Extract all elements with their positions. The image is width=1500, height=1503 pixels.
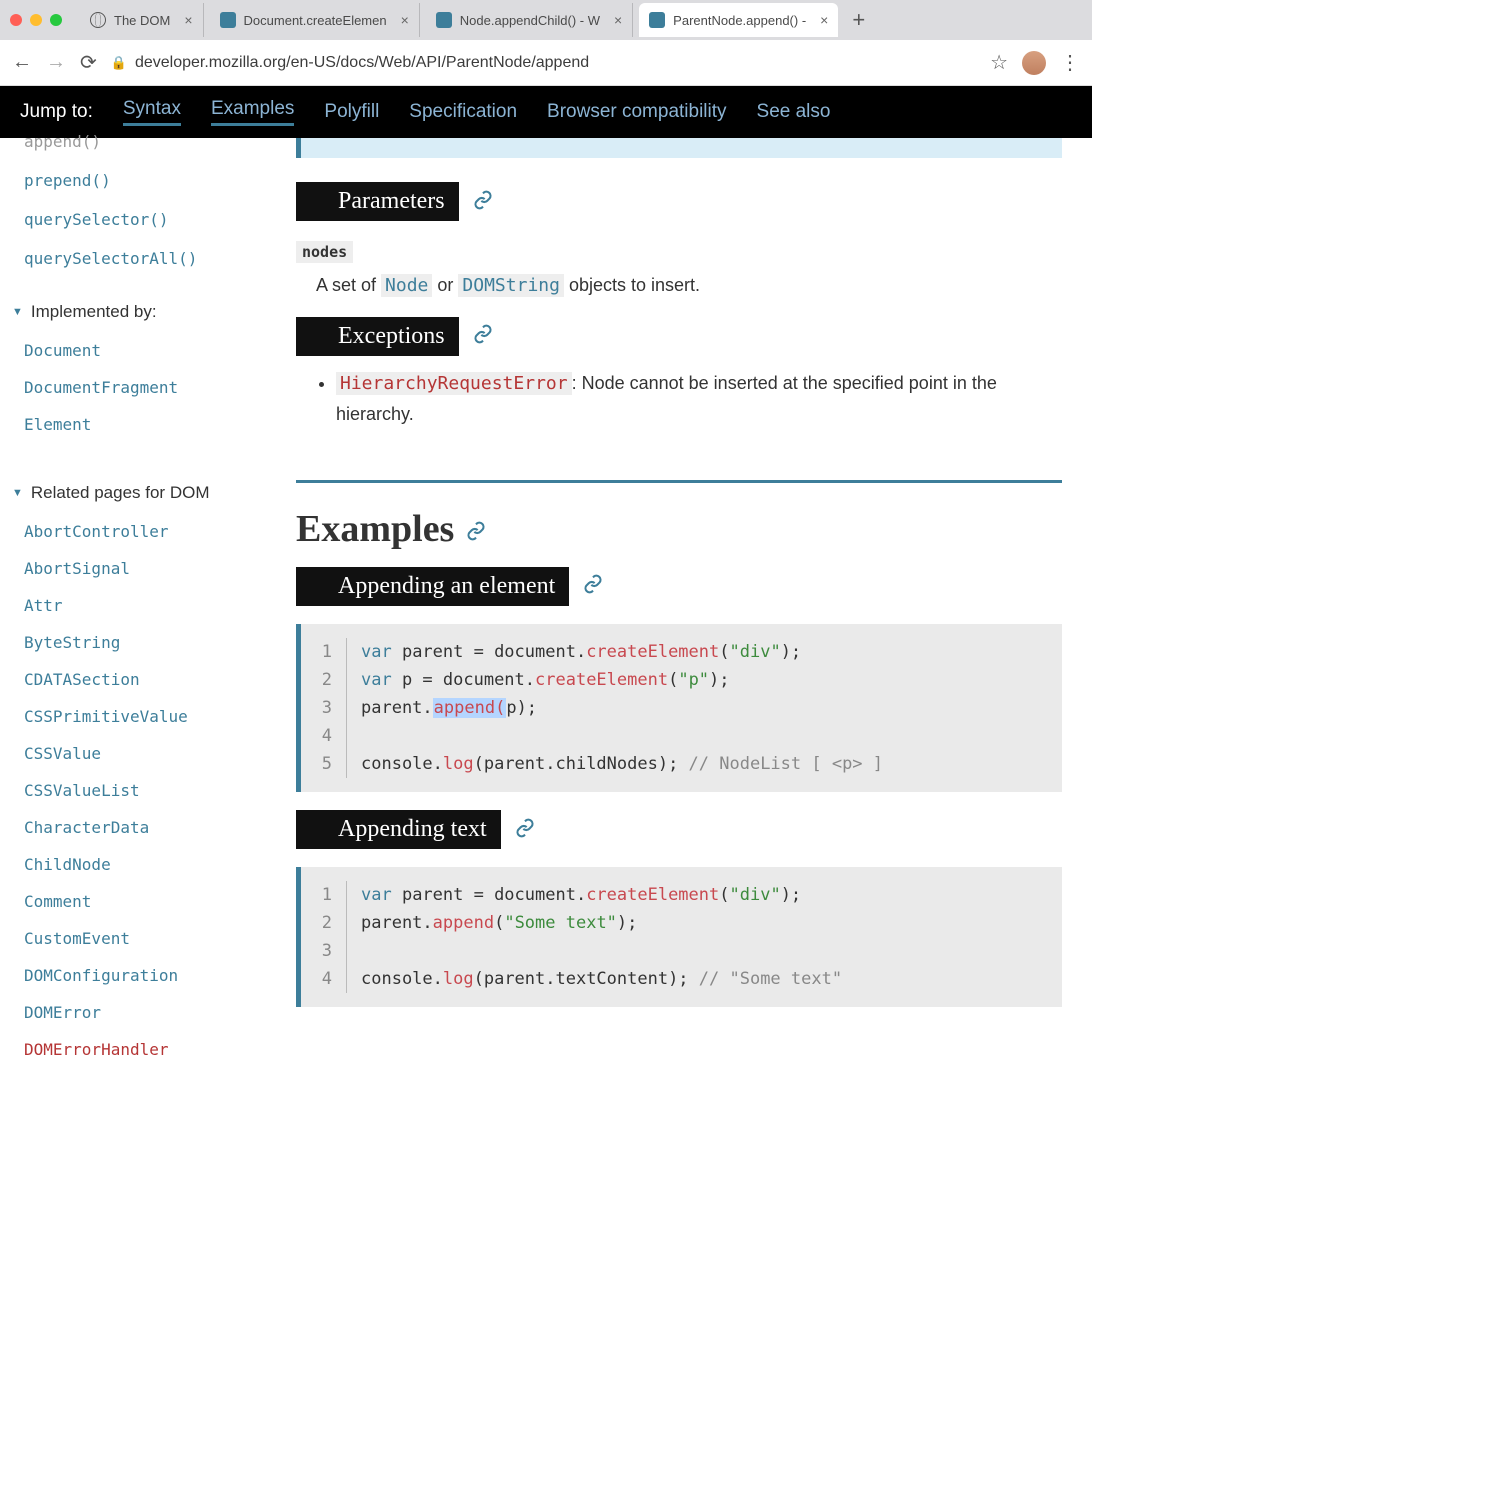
anchor-link-icon[interactable] (515, 818, 535, 842)
sidebar-link-documentfragment[interactable]: DocumentFragment (24, 369, 276, 406)
sidebar-link-cssvaluelist[interactable]: CSSValueList (24, 772, 276, 809)
sidebar-link-childnode[interactable]: ChildNode (24, 846, 276, 883)
sidebar-method-prepend[interactable]: prepend() (24, 161, 276, 200)
mdn-icon (649, 12, 665, 28)
jump-link-browser-compat[interactable]: Browser compatibility (547, 101, 727, 123)
link-domstring[interactable]: DOMString (458, 274, 564, 297)
heading-parameters: Parameters (296, 182, 459, 221)
sidebar-link-element[interactable]: Element (24, 406, 276, 443)
link-node[interactable]: Node (381, 274, 432, 297)
heading-examples: Examples (296, 507, 1062, 551)
back-button[interactable]: ← (12, 51, 32, 74)
jump-link-syntax[interactable]: Syntax (123, 98, 181, 126)
sidebar-link-cssvalue[interactable]: CSSValue (24, 735, 276, 772)
sidebar-link-cdatasection[interactable]: CDATASection (24, 661, 276, 698)
sidebar-link-comment[interactable]: Comment (24, 883, 276, 920)
close-icon[interactable]: × (608, 12, 622, 28)
jump-link-examples[interactable]: Examples (211, 98, 294, 126)
anchor-link-icon[interactable] (583, 574, 603, 598)
jump-label: Jump to: (20, 101, 93, 123)
sidebar-link-abortsignal[interactable]: AbortSignal (24, 550, 276, 587)
close-icon[interactable]: × (178, 12, 192, 28)
param-name: nodes (296, 241, 353, 263)
sidebar-method-append[interactable]: append() (24, 132, 276, 161)
tab-parentnode-append[interactable]: ParentNode.append() - × (639, 3, 838, 37)
tab-the-dom[interactable]: The DOM × (80, 3, 204, 37)
sidebar-link-attr[interactable]: Attr (24, 587, 276, 624)
exception-item: HierarchyRequestError: Node cannot be in… (336, 368, 1062, 430)
sidebar-link-cssprimitivevalue[interactable]: CSSPrimitiveValue (24, 698, 276, 735)
close-window-button[interactable] (10, 14, 22, 26)
mdn-icon (220, 12, 236, 28)
sidebar-section-related[interactable]: ▼ Related pages for DOM (12, 483, 276, 503)
url-text: developer.mozilla.org/en-US/docs/Web/API… (135, 54, 589, 72)
forward-button[interactable]: → (46, 51, 66, 74)
sidebar-link-domconfiguration[interactable]: DOMConfiguration (24, 957, 276, 994)
maximize-window-button[interactable] (50, 14, 62, 26)
address-bar: ← → ⟳ 🔒 developer.mozilla.org/en-US/docs… (0, 40, 1092, 86)
main-content: Parameters nodes A set of Node or DOMStr… (276, 138, 1092, 1088)
sidebar-method-queryselectorall[interactable]: querySelectorAll() (24, 239, 276, 278)
tab-label: Node.appendChild() - W (460, 13, 600, 28)
reload-button[interactable]: ⟳ (80, 50, 97, 75)
tab-label: ParentNode.append() - (673, 13, 806, 28)
sidebar-link-domerror[interactable]: DOMError (24, 994, 276, 1031)
sidebar-link-domerrorhandler[interactable]: DOMErrorHandler (24, 1031, 276, 1068)
tab-append-child[interactable]: Node.appendChild() - W × (426, 3, 633, 37)
caret-down-icon: ▼ (12, 487, 23, 499)
heading-appending-element: Appending an element (296, 567, 569, 606)
profile-avatar[interactable] (1022, 51, 1046, 75)
jump-to-nav: Jump to: Syntax Examples Polyfill Specif… (0, 86, 1092, 138)
new-tab-button[interactable]: + (844, 7, 873, 33)
tab-create-element[interactable]: Document.createElemen × (210, 3, 420, 37)
section-divider (296, 480, 1062, 483)
tab-label: Document.createElemen (244, 13, 387, 28)
tab-label: The DOM (114, 13, 170, 28)
window-controls (10, 14, 62, 26)
anchor-link-icon[interactable] (466, 507, 486, 551)
heading-exceptions: Exceptions (296, 317, 459, 356)
caret-down-icon: ▼ (12, 306, 23, 318)
heading-appending-text: Appending text (296, 810, 501, 849)
browser-chrome: The DOM × Document.createElemen × Node.a… (0, 0, 1092, 86)
sidebar-link-customevent[interactable]: CustomEvent (24, 920, 276, 957)
menu-button[interactable]: ⋮ (1060, 50, 1080, 75)
anchor-link-icon[interactable] (473, 190, 493, 214)
sidebar: append() prepend() querySelector() query… (0, 138, 276, 1088)
param-description: A set of Node or DOMString objects to in… (316, 271, 1062, 301)
sidebar-link-bytestring[interactable]: ByteString (24, 624, 276, 661)
minimize-window-button[interactable] (30, 14, 42, 26)
code-example-2[interactable]: 1var parent = document.createElement("di… (296, 867, 1062, 1007)
tab-bar: The DOM × Document.createElemen × Node.a… (0, 0, 1092, 40)
sidebar-method-queryselector[interactable]: querySelector() (24, 200, 276, 239)
note-banner-edge (296, 138, 1062, 158)
jump-link-specification[interactable]: Specification (409, 101, 517, 123)
anchor-link-icon[interactable] (473, 324, 493, 348)
url-field[interactable]: 🔒 developer.mozilla.org/en-US/docs/Web/A… (111, 54, 976, 72)
sidebar-link-abortcontroller[interactable]: AbortController (24, 513, 276, 550)
mdn-icon (436, 12, 452, 28)
sidebar-link-document[interactable]: Document (24, 332, 276, 369)
bookmark-button[interactable]: ☆ (990, 50, 1008, 75)
lock-icon: 🔒 (111, 55, 127, 71)
code-example-1[interactable]: 1var parent = document.createElement("di… (296, 624, 1062, 792)
selected-text: append( (433, 698, 507, 718)
close-icon[interactable]: × (814, 12, 828, 28)
close-icon[interactable]: × (395, 12, 409, 28)
jump-link-polyfill[interactable]: Polyfill (324, 101, 379, 123)
jump-link-see-also[interactable]: See also (757, 101, 831, 123)
globe-icon (90, 12, 106, 28)
sidebar-link-characterdata[interactable]: CharacterData (24, 809, 276, 846)
link-hierarchyrequesterror[interactable]: HierarchyRequestError (336, 372, 572, 395)
sidebar-section-implemented-by[interactable]: ▼ Implemented by: (12, 302, 276, 322)
